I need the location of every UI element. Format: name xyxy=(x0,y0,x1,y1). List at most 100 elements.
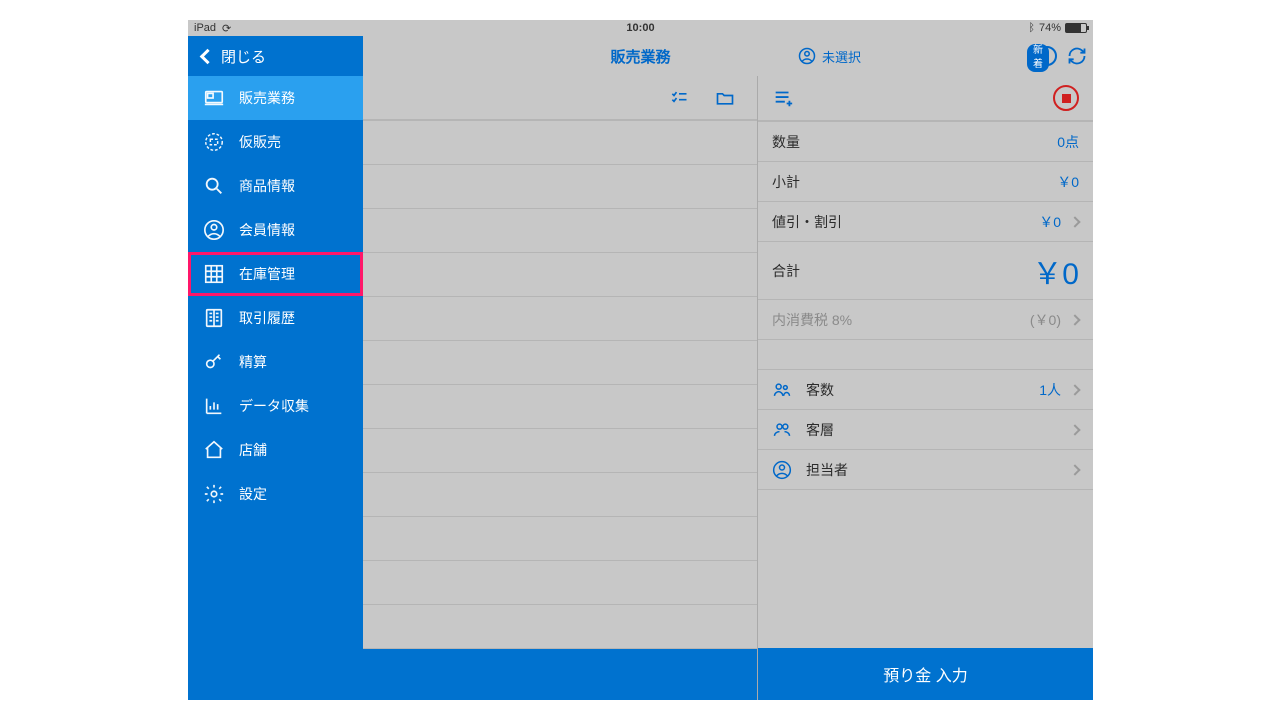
sidebar-item-label: 精算 xyxy=(239,352,267,372)
sidebar-item-products[interactable]: 商品情報 xyxy=(188,164,363,208)
list-item[interactable] xyxy=(363,429,757,473)
deposit-button[interactable]: 預り金 入力 xyxy=(758,648,1093,700)
chevron-left-icon xyxy=(200,48,216,64)
subtotal-label: 小計 xyxy=(772,172,800,192)
register-dashed-icon xyxy=(203,131,225,153)
cart-panel xyxy=(363,76,758,700)
list-item[interactable] xyxy=(363,473,757,517)
sidebar-item-label: 商品情報 xyxy=(239,176,295,196)
list-add-icon[interactable] xyxy=(772,87,794,109)
guests-value: 1人 xyxy=(1039,380,1061,400)
person-icon xyxy=(203,219,225,241)
list-item[interactable] xyxy=(363,605,757,649)
app-frame: iPad ⟳ 10:00 ᛒ 74% 閉じる 販売業務 未選択 新着 ! xyxy=(188,20,1093,700)
guests-label: 客数 xyxy=(806,380,834,400)
tax-label: 内消費税 8% xyxy=(772,310,852,330)
guests-icon xyxy=(772,380,792,400)
total-label: 合計 xyxy=(772,261,800,281)
chevron-right-icon xyxy=(1069,314,1080,325)
battery-icon xyxy=(1065,23,1087,33)
segment-label: 客層 xyxy=(806,420,834,440)
gear-icon xyxy=(203,483,225,505)
summary-spacer xyxy=(758,490,1093,648)
folder-icon[interactable] xyxy=(713,88,737,108)
sidebar-item-history[interactable]: 取引履歴 xyxy=(188,296,363,340)
cart-footer[interactable] xyxy=(363,649,757,700)
sidebar-item-inventory[interactable]: 在庫管理 xyxy=(188,252,363,296)
chevron-right-icon xyxy=(1069,424,1080,435)
list-item[interactable] xyxy=(363,253,757,297)
chevron-right-icon xyxy=(1069,384,1080,395)
sidebar-item-label: 店舗 xyxy=(239,440,267,460)
close-button[interactable]: 閉じる xyxy=(188,36,363,76)
quantity-value: 0点 xyxy=(1057,132,1079,152)
row-segment[interactable]: 客層 xyxy=(758,410,1093,450)
row-total: 合計 ￥0 xyxy=(758,242,1093,300)
sidebar-item-sales[interactable]: 販売業務 xyxy=(188,76,363,120)
list-item[interactable] xyxy=(363,561,757,605)
list-item[interactable] xyxy=(363,385,757,429)
bluetooth-icon: ᛒ xyxy=(1028,22,1035,34)
sidebar-item-label: データ収集 xyxy=(239,396,309,416)
sidebar-item-members[interactable]: 会員情報 xyxy=(188,208,363,252)
search-icon xyxy=(203,175,225,197)
sidebar-item-label: 取引履歴 xyxy=(239,308,295,328)
checklist-icon[interactable] xyxy=(667,88,691,108)
summary-toolbar xyxy=(758,76,1093,122)
total-value: ￥0 xyxy=(1032,249,1079,293)
sidebar-item-label: 在庫管理 xyxy=(239,264,295,284)
section-gap xyxy=(758,340,1093,370)
close-label: 閉じる xyxy=(221,46,266,67)
home-icon xyxy=(203,439,225,461)
sidebar-item-label: 会員情報 xyxy=(239,220,295,240)
cart-toolbar xyxy=(363,76,757,121)
sidebar-item-label: 設定 xyxy=(239,484,267,504)
row-subtotal: 小計 ￥0 xyxy=(758,162,1093,202)
register-icon xyxy=(203,87,225,109)
chevron-right-icon xyxy=(1069,464,1080,475)
list-item[interactable] xyxy=(363,209,757,253)
chevron-right-icon xyxy=(1069,216,1080,227)
staff-label: 担当者 xyxy=(806,460,848,480)
status-bar: iPad ⟳ 10:00 ᛒ 74% xyxy=(188,20,1093,36)
person-circle-icon xyxy=(798,47,816,65)
member-select[interactable]: 未選択 xyxy=(798,47,861,66)
chart-icon xyxy=(203,395,225,417)
row-quantity: 数量 0点 xyxy=(758,122,1093,162)
sidebar-item-provisional[interactable]: 仮販売 xyxy=(188,120,363,164)
sidebar-item-label: 仮販売 xyxy=(239,132,281,152)
list-item[interactable] xyxy=(363,165,757,209)
sidebar-item-settings[interactable]: 設定 xyxy=(188,472,363,516)
stop-button[interactable] xyxy=(1053,85,1079,111)
sidebar-item-store[interactable]: 店舗 xyxy=(188,428,363,472)
clock: 10:00 xyxy=(626,22,654,34)
key-icon xyxy=(203,351,225,373)
discount-label: 値引・割引 xyxy=(772,212,842,232)
refresh-button[interactable] xyxy=(1067,46,1087,66)
book-icon xyxy=(203,307,225,329)
row-staff[interactable]: 担当者 xyxy=(758,450,1093,490)
staff-icon xyxy=(772,460,792,480)
row-tax[interactable]: 内消費税 8% (￥0) xyxy=(758,300,1093,340)
deposit-label: 預り金 入力 xyxy=(883,662,967,686)
sidebar-item-data[interactable]: データ収集 xyxy=(188,384,363,428)
sidebar-item-settlement[interactable]: 精算 xyxy=(188,340,363,384)
title-bar: 閉じる 販売業務 未選択 新着 ! xyxy=(188,36,1093,76)
cart-list xyxy=(363,121,757,649)
sidebar: 販売業務 仮販売 商品情報 会員情報 xyxy=(188,76,363,700)
device-label: iPad xyxy=(194,22,216,34)
quantity-label: 数量 xyxy=(772,132,800,152)
member-label: 未選択 xyxy=(822,47,861,66)
discount-value: ￥0 xyxy=(1039,212,1061,232)
row-discount[interactable]: 値引・割引 ￥0 xyxy=(758,202,1093,242)
tax-value: (￥0) xyxy=(1030,310,1061,330)
list-item[interactable] xyxy=(363,517,757,561)
list-item[interactable] xyxy=(363,341,757,385)
grid-icon xyxy=(203,263,225,285)
summary-panel: 数量 0点 小計 ￥0 値引・割引 ￥0 合計 ￥0 内消費税 8% xyxy=(758,76,1093,700)
list-item[interactable] xyxy=(363,297,757,341)
list-item[interactable] xyxy=(363,121,757,165)
sync-icon: ⟳ xyxy=(222,22,231,35)
battery-percent: 74% xyxy=(1039,22,1061,34)
row-guests[interactable]: 客数 1人 xyxy=(758,370,1093,410)
